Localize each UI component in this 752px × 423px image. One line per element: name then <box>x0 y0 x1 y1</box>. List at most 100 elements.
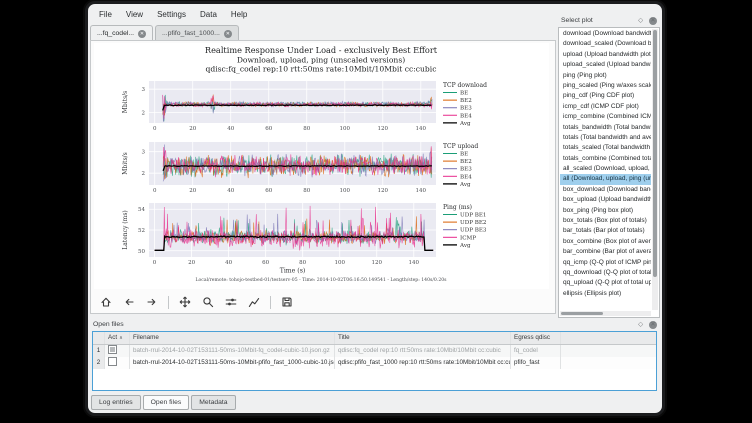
menu-view[interactable]: View <box>119 8 150 21</box>
plot-tab[interactable]: ...fq_codel... ✕ <box>90 25 153 41</box>
float-panel-icon[interactable]: ◇ <box>638 17 643 24</box>
svg-text:Local/remote: tohojo-testbed-0: Local/remote: tohojo-testbed-01/testserv… <box>195 277 447 283</box>
svg-text:20: 20 <box>189 126 196 132</box>
sort-ascending-icon: ∧ <box>119 335 123 341</box>
save-icon <box>281 296 293 308</box>
plot-list-vertical-scrollbar[interactable] <box>652 29 658 310</box>
act-cell[interactable] <box>105 357 130 369</box>
plot-list-item[interactable]: upload_scaled (Upload bandwidth w/axes s… <box>560 60 651 70</box>
plot-tab-label: ...fq_codel... <box>97 30 134 37</box>
plot-list-item[interactable]: box_totals (Box plot of totals) <box>560 216 651 226</box>
plot-list-item[interactable]: all (Download, upload, ping (unscaled ve… <box>560 174 651 184</box>
plot-list-item[interactable]: qq_upload (Q-Q plot of total upload band… <box>560 278 651 288</box>
select-plot-title: Select plot <box>561 17 593 24</box>
plot-list-item[interactable]: download (Download bandwidth plot) <box>560 29 651 39</box>
plot-list-item[interactable]: ping_cdf (Ping CDF plot) <box>560 91 651 101</box>
plot-list-item[interactable]: ping (Ping plot) <box>560 71 651 81</box>
header-filler <box>561 332 656 344</box>
open-file-row[interactable]: 2 batch-rrul-2014-10-02T153111-50ms-10Mbi… <box>93 357 656 369</box>
svg-text:80: 80 <box>303 188 310 194</box>
svg-text:Avg: Avg <box>459 121 471 127</box>
plot-list-item[interactable]: box_combine (Box plot of averages of sev… <box>560 237 651 247</box>
plot-list-horizontal-scrollbar[interactable] <box>560 311 651 316</box>
svg-text:3: 3 <box>142 87 146 93</box>
close-panel-icon[interactable]: ✕ <box>649 321 657 329</box>
plot-list-item[interactable]: download_scaled (Download bandwidth w/ax… <box>560 39 651 49</box>
plot-list-item[interactable]: qq_icmp (Q-Q plot of ICMP pings) <box>560 258 651 268</box>
toolbar-home-button[interactable] <box>97 294 115 310</box>
egress-qdisc-cell: fq_codel <box>511 345 561 357</box>
svg-text:40: 40 <box>227 188 234 194</box>
bottom-tab-log-entries[interactable]: Log entries <box>91 395 141 410</box>
plot-list: download (Download bandwidth plot)downlo… <box>558 27 660 318</box>
toolbar-forward-button[interactable] <box>143 294 161 310</box>
svg-text:BE2: BE2 <box>460 159 472 165</box>
plot-list-item[interactable]: bar_combine (Bar plot of averages of sev… <box>560 247 651 257</box>
menu-settings[interactable]: Settings <box>150 8 193 21</box>
float-panel-icon[interactable]: ◇ <box>638 321 643 328</box>
svg-text:ICMP: ICMP <box>460 235 476 241</box>
toolbar-save-button[interactable] <box>278 294 296 310</box>
menu-file[interactable]: File <box>92 8 119 21</box>
plot-list-item[interactable]: totals_combine (Combined total bandwidth… <box>560 154 651 164</box>
filename-column-header[interactable]: Filename <box>130 332 335 344</box>
active-checkbox[interactable] <box>108 357 117 366</box>
toolbar-pan-button[interactable] <box>176 294 194 310</box>
plot-list-item[interactable]: totals_scaled (Total bandwidth and avera… <box>560 143 651 153</box>
svg-text:TCP download: TCP download <box>443 82 487 89</box>
plot-list-item[interactable]: box_download (Download bandwidth box plo… <box>560 185 651 195</box>
svg-text:40: 40 <box>225 260 232 266</box>
svg-text:50: 50 <box>138 249 145 255</box>
svg-text:120: 120 <box>371 260 382 266</box>
toolbar-subplots-button[interactable] <box>222 294 240 310</box>
plot-list-item[interactable]: upload (Upload bandwidth plot) <box>560 50 651 60</box>
tab-close-icon[interactable]: ✕ <box>138 30 146 38</box>
svg-text:Time (s): Time (s) <box>280 268 306 275</box>
plot-list-item[interactable]: ellipsis (Ellipsis plot) <box>560 289 651 299</box>
plot-list-item[interactable]: box_upload (Upload bandwidth box plot) <box>560 195 651 205</box>
plot-list-item[interactable]: all_scaled (Download, upload, ping (scal… <box>560 164 651 174</box>
title-cell: qdisc:fq_codel rep:10 rtt:50ms rate:10Mb… <box>335 345 511 357</box>
active-checkbox[interactable] <box>108 345 117 354</box>
toolbar-zoom-button[interactable] <box>199 294 217 310</box>
title-cell: qdisc:pfifo_fast_1000 rep:10 rtt:50ms ra… <box>335 357 511 369</box>
row-number: 2 <box>93 357 105 369</box>
toolbar-customize-button[interactable] <box>245 294 263 310</box>
plot-list-item[interactable]: icmp_combine (Combined ICMP ping plot) <box>560 112 651 122</box>
svg-text:54: 54 <box>138 207 145 213</box>
egress-qdisc-column-header[interactable]: Egress qdisc <box>511 332 561 344</box>
toolbar-back-button[interactable] <box>120 294 138 310</box>
act-label: Act <box>108 334 117 341</box>
open-file-row[interactable]: 1batch-rrul-2014-10-02T153111-50ms-10Mbi… <box>93 345 656 357</box>
close-panel-icon[interactable]: ✕ <box>649 17 657 25</box>
act-cell[interactable] <box>105 345 130 357</box>
svg-text:140: 140 <box>416 188 427 194</box>
plot-list-item[interactable]: totals_bandwidth (Total bandwidth) <box>560 123 651 133</box>
plot-list-item[interactable]: box_ping (Ping box plot) <box>560 206 651 216</box>
flent-app-window: FileViewSettingsDataHelp ...fq_codel... ✕… <box>85 1 665 416</box>
plot-list-item[interactable]: icmp_cdf (ICMP CDF plot) <box>560 102 651 112</box>
tab-close-icon[interactable]: ✕ <box>224 30 232 38</box>
plot-tab-bar: ...fq_codel...✕...pfifo_fast_1000...✕ <box>90 24 241 41</box>
title-column-header[interactable]: Title <box>335 332 511 344</box>
menu-data[interactable]: Data <box>193 8 224 21</box>
menu-help[interactable]: Help <box>224 8 254 21</box>
open-files-header: Open files ◇ ✕ <box>90 318 660 331</box>
filename-cell: batch-rrul-2014-10-02T153111-50ms-10Mbit… <box>130 357 335 369</box>
svg-text:80: 80 <box>299 260 306 266</box>
plot-tab[interactable]: ...pfifo_fast_1000...✕ <box>155 25 239 41</box>
svg-text:52: 52 <box>138 228 145 234</box>
act-column-header[interactable]: Act∧ <box>105 332 130 344</box>
svg-text:60: 60 <box>265 126 272 132</box>
plot-list-item[interactable]: bar_totals (Bar plot of totals) <box>560 226 651 236</box>
bottom-tab-metadata[interactable]: Metadata <box>191 395 235 410</box>
plot-list-item[interactable]: totals (Total bandwidth and average ping… <box>560 133 651 143</box>
plot-canvas: Realtime Response Under Load - exclusive… <box>94 43 549 289</box>
filename-cell: batch-rrul-2014-10-02T153111-50ms-10Mbit… <box>130 345 335 357</box>
plot-list-item[interactable]: qq_download (Q-Q plot of total download … <box>560 268 651 278</box>
svg-text:140: 140 <box>409 260 420 266</box>
select-plot-header: Select plot ◇ ✕ <box>558 14 660 27</box>
bottom-tab-open-files[interactable]: Open files <box>143 395 190 410</box>
plot-list-item[interactable]: ping_scaled (Ping w/axes scaled to remov… <box>560 81 651 91</box>
svg-text:140: 140 <box>416 126 427 132</box>
